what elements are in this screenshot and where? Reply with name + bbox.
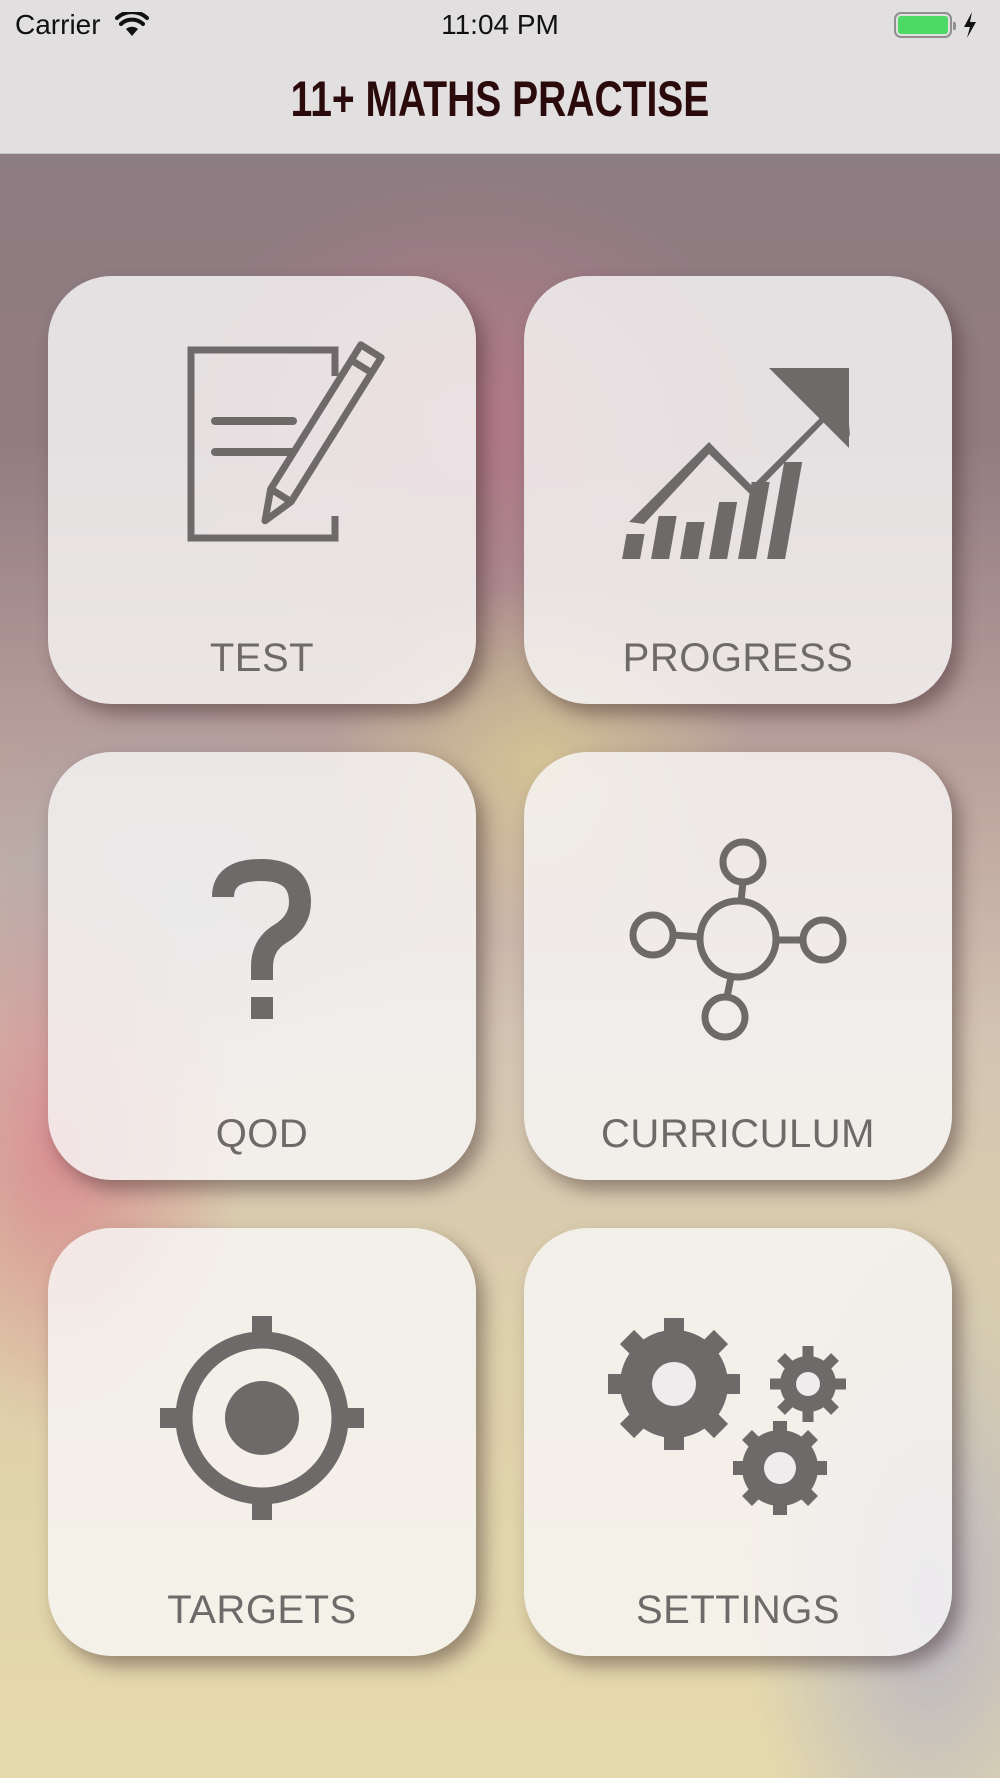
- curriculum-label: CURRICULUM: [601, 1112, 875, 1156]
- qod-label: QOD: [215, 1112, 309, 1156]
- status-time: 11:04 PM: [441, 9, 559, 40]
- targets-tile[interactable]: TARGETS: [48, 1228, 476, 1656]
- qod-tile[interactable]: QOD: [48, 752, 476, 1180]
- page-title: 11+ MATHS PRACTISE: [290, 71, 710, 127]
- battery-icon: [894, 12, 956, 38]
- settings-tile[interactable]: SETTINGS: [524, 1228, 952, 1656]
- settings-label: SETTINGS: [635, 1588, 841, 1632]
- progress-tile[interactable]: PROGRESS: [524, 276, 952, 704]
- curriculum-tile[interactable]: CURRICULUM: [524, 752, 952, 1180]
- status-bar: Carrier 11:04 PM: [0, 0, 1000, 50]
- progress-label: PROGRESS: [622, 636, 854, 680]
- targets-label: TARGETS: [167, 1588, 357, 1632]
- test-tile[interactable]: TEST: [48, 276, 476, 704]
- test-label: TEST: [209, 636, 315, 680]
